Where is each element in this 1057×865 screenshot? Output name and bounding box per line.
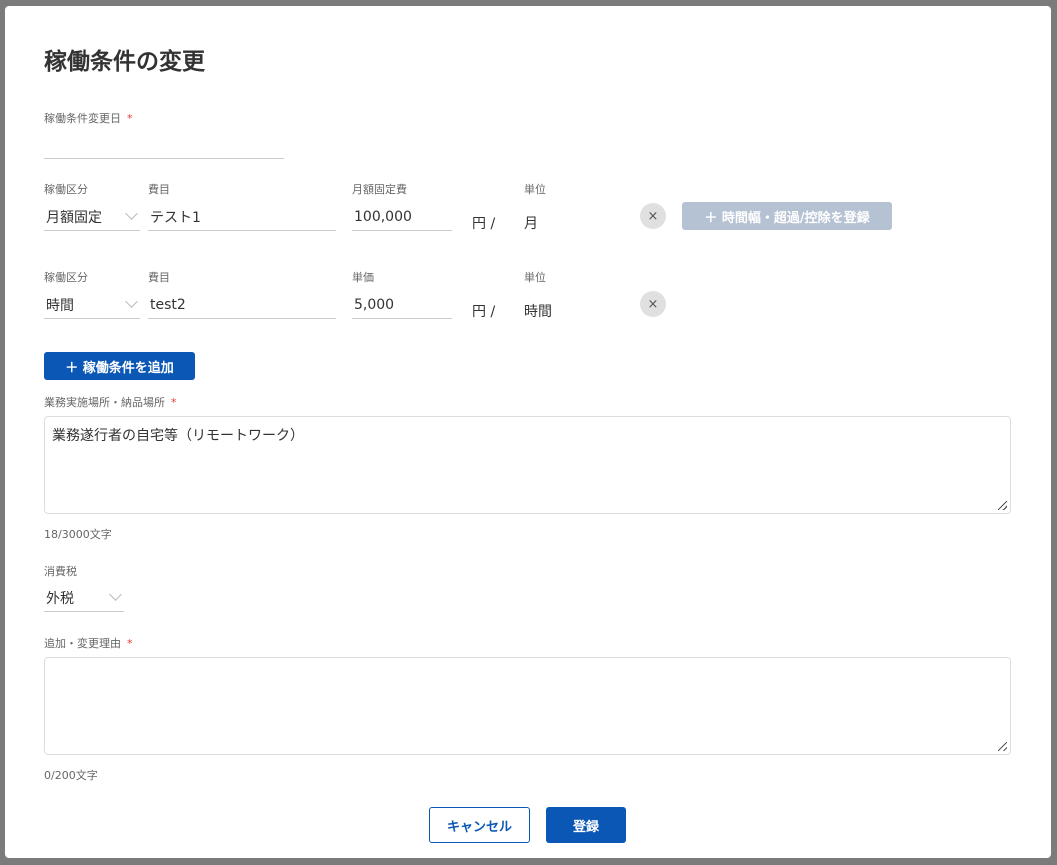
required-mark: * [171,396,177,409]
tax-value: 外税 [46,590,74,607]
type-value: 時間 [46,297,74,314]
unit-value: 月 [524,216,538,232]
type-select[interactable]: 時間 [44,291,140,319]
amount-input[interactable]: 100,000 [352,203,452,231]
unit-label: 単位 [524,183,546,196]
label-text: 稼働条件変更日 [44,112,121,125]
chevron-down-icon [125,207,138,220]
label-text: 追加・変更理由 [44,637,121,650]
item-input[interactable]: test2 [148,291,336,319]
remove-row-button[interactable]: × [640,203,666,229]
type-label: 稼働区分 [44,271,88,284]
change-date-label: 稼働条件変更日 * [44,110,133,126]
submit-button[interactable]: 登録 [546,807,626,843]
change-date-input[interactable] [44,131,284,159]
reason-textarea[interactable] [44,657,1011,755]
unit-label: 単位 [524,271,546,284]
location-value: 業務遂行者の自宅等（リモートワーク） [52,428,304,444]
add-condition-button[interactable]: ＋ 稼働条件を追加 [44,352,195,380]
chevron-down-icon [109,588,122,601]
location-textarea[interactable]: 業務遂行者の自宅等（リモートワーク） [44,416,1011,514]
unit-value: 時間 [524,304,552,320]
tax-select[interactable]: 外税 [44,584,124,612]
item-label: 費目 [148,271,170,284]
resize-handle-icon[interactable] [998,501,1007,510]
label-text: 業務実施場所・納品場所 [44,396,165,409]
dialog-title: 稼働条件の変更 [44,49,205,75]
location-label: 業務実施場所・納品場所 * [44,394,177,410]
type-label: 稼働区分 [44,183,88,196]
remove-row-button[interactable]: × [640,291,666,317]
reason-label: 追加・変更理由 * [44,635,133,651]
type-select[interactable]: 月額固定 [44,203,140,231]
item-label: 費目 [148,183,170,196]
chevron-down-icon [125,295,138,308]
reason-char-count: 0/200文字 [44,769,98,782]
register-time-range-button[interactable]: ＋ 時間幅・超過/控除を登録 [682,202,892,230]
item-input[interactable]: テスト1 [148,203,336,231]
required-mark: * [127,112,133,125]
amount-input[interactable]: 5,000 [352,291,452,319]
currency-label: 円 / [472,304,496,320]
amount-label: 単価 [352,271,374,284]
cancel-button[interactable]: キャンセル [429,807,530,843]
resize-handle-icon[interactable] [998,742,1007,751]
currency-label: 円 / [472,216,496,232]
type-value: 月額固定 [46,209,102,226]
amount-label: 月額固定費 [352,183,407,196]
required-mark: * [127,637,133,650]
tax-label: 消費税 [44,565,77,578]
change-conditions-dialog: 稼働条件の変更 稼働条件変更日 * 稼働区分 月額固定 費目 テスト1 月額固定費… [5,6,1051,858]
location-char-count: 18/3000文字 [44,528,112,541]
